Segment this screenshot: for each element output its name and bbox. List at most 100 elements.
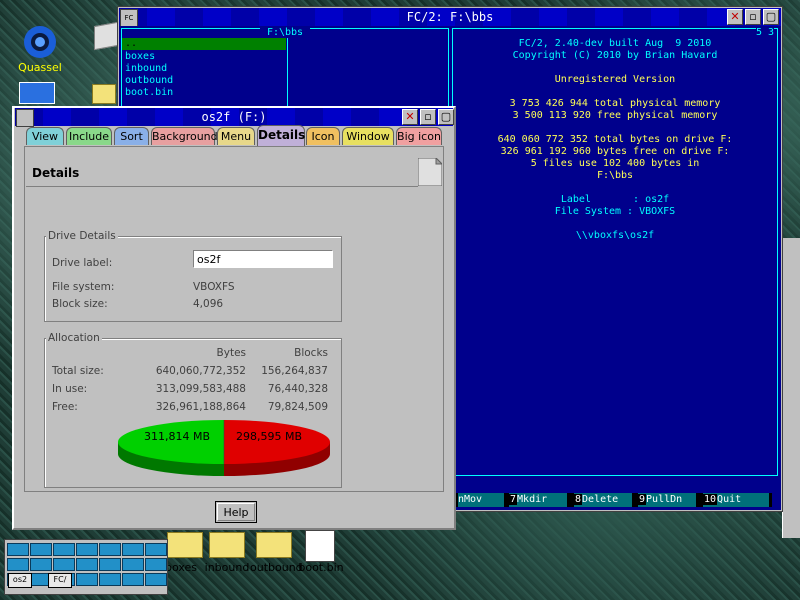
fc-file-item[interactable]: outbound <box>125 75 173 87</box>
props-title: os2f (F:) <box>201 110 267 124</box>
fc-info-line: \\vboxfs\os2f <box>575 230 655 241</box>
drive-label-field[interactable]: os2f <box>193 250 333 268</box>
task-grid-cell[interactable] <box>122 558 144 571</box>
tab-sort[interactable]: Sort <box>114 127 149 145</box>
fc-file-list[interactable]: .. boxes inbound outbound boot.bin <box>122 38 287 102</box>
block-size-value: 4,096 <box>193 298 224 310</box>
page-header-bar <box>26 156 418 187</box>
allocation-title: Allocation <box>46 332 102 344</box>
free-blocks: 79,824,509 <box>267 401 328 413</box>
task-grid-cell[interactable] <box>76 543 98 556</box>
tab-menu[interactable]: Menu <box>217 127 255 145</box>
fc-info-line: Unregistered Version <box>554 74 676 85</box>
props-minimize-button[interactable]: ▫ <box>420 109 436 125</box>
fc-minimize-button[interactable]: ▫ <box>745 9 761 25</box>
inbound-folder-icon[interactable] <box>209 532 245 558</box>
fc-info-line: F:\bbs <box>596 170 634 181</box>
tab-include[interactable]: Include <box>66 127 112 145</box>
task-item-fc[interactable]: FC/ <box>48 573 72 588</box>
page-corner-icon[interactable] <box>417 156 444 187</box>
props-system-icon[interactable] <box>16 109 34 127</box>
allocation-pie-chart: 311,814 MB 298,595 MB <box>116 418 332 482</box>
fc-maximize-button[interactable]: ▢ <box>763 9 779 25</box>
free-caption: Free: <box>52 401 78 413</box>
outbound-label[interactable]: outbound <box>250 561 303 574</box>
fc-file-selected[interactable] <box>122 38 286 50</box>
boxes-folder-icon[interactable] <box>167 532 203 558</box>
fc-title: FC/2: F:\bbs <box>406 10 494 24</box>
fc-info-line: 5 files use 102 400 bytes in <box>530 158 700 169</box>
fc-system-menu-icon[interactable]: FC <box>120 9 138 27</box>
inbound-label[interactable]: inbound <box>204 561 250 574</box>
fc-right-panel <box>452 28 778 476</box>
task-grid-cell[interactable] <box>30 543 52 556</box>
boxes-label[interactable]: boxes <box>164 561 198 574</box>
file-system-caption: File system: <box>52 281 115 293</box>
fc-file-item[interactable]: .. <box>125 38 137 50</box>
tab-icon[interactable]: Icon <box>306 127 340 145</box>
task-grid-cell[interactable] <box>76 573 98 586</box>
fc-info-line: 3 753 426 944 total physical memory <box>509 98 721 109</box>
fc-file-item[interactable]: boot.bin <box>125 87 173 99</box>
fc-info-line: Label : os2f <box>560 194 670 205</box>
drive-label-value: os2f <box>197 253 221 266</box>
task-grid-cell[interactable] <box>145 543 167 556</box>
drive-icon[interactable] <box>94 21 118 51</box>
task-grid-cell[interactable] <box>76 558 98 571</box>
props-titlebar[interactable]: os2f (F:) <box>15 108 453 126</box>
tab-view[interactable]: View <box>26 127 64 145</box>
quassel-icon[interactable] <box>22 24 58 60</box>
fkey-quit[interactable]: 10Quit <box>703 493 769 507</box>
task-grid-cell[interactable] <box>122 543 144 556</box>
fc-titlebar[interactable]: FC/2: F:\bbs <box>119 8 781 26</box>
tab-big-icon[interactable]: Big icon <box>396 127 442 145</box>
fc-info-line: FC/2, 2.40-dev built Aug 9 2010 <box>518 38 712 49</box>
fc-file-item[interactable]: boxes <box>125 51 155 63</box>
task-item-os2[interactable]: os2 <box>8 573 32 588</box>
fc-file-item[interactable]: inbound <box>125 63 167 75</box>
task-grid-cell[interactable] <box>99 573 121 586</box>
task-grid-cell[interactable] <box>122 573 144 586</box>
fkey-move[interactable]: nMov <box>458 493 504 507</box>
calendar-icon[interactable] <box>19 82 55 104</box>
fkey-delete[interactable]: 8Delete <box>574 493 632 507</box>
fc-info-line: Copyright (C) 2010 by Brian Havard <box>512 50 718 61</box>
fc-left-panel-divider <box>287 36 288 106</box>
task-item-fc-label: FC/ <box>53 575 67 584</box>
right-edge-panel <box>782 238 800 538</box>
fkey-mkdir[interactable]: 7Mkdir <box>509 493 567 507</box>
fkey-pulldown[interactable]: 9PullDn <box>638 493 696 507</box>
in-use-caption: In use: <box>52 383 88 395</box>
task-grid-cell[interactable] <box>145 558 167 571</box>
task-item-os2-label: os2 <box>12 575 28 584</box>
fc-info-line: 640 060 772 352 total bytes on drive F: <box>497 134 733 145</box>
boot-bin-file-icon[interactable] <box>305 530 335 562</box>
help-button[interactable]: Help <box>215 501 257 523</box>
tab-window[interactable]: Window <box>342 127 394 145</box>
outbound-folder-icon[interactable] <box>256 532 292 558</box>
props-maximize-button[interactable]: ▢ <box>438 109 454 125</box>
quassel-logo-icon <box>24 26 56 58</box>
blocks-column-header: Blocks <box>294 347 328 359</box>
task-grid-cell[interactable] <box>53 543 75 556</box>
props-close-button[interactable]: ✕ <box>402 109 418 125</box>
fc-close-button[interactable]: ✕ <box>727 9 743 25</box>
task-grid-cell[interactable] <box>99 543 121 556</box>
fc-info-line: 326 961 192 960 bytes free on drive F: <box>500 146 730 157</box>
tab-background[interactable]: Background <box>151 127 218 145</box>
fc-info-line: 3 500 113 920 free physical memory <box>512 110 718 121</box>
task-grid-cell[interactable] <box>145 573 167 586</box>
total-size-caption: Total size: <box>52 365 104 377</box>
task-grid-cell[interactable] <box>53 558 75 571</box>
task-grid-cell[interactable] <box>99 558 121 571</box>
drive-details-title: Drive Details <box>46 230 118 242</box>
task-grid-cell[interactable] <box>30 558 52 571</box>
in-use-blocks: 76,440,328 <box>267 383 328 395</box>
boot-bin-label[interactable]: boot.bin <box>298 561 344 574</box>
help-label: Help <box>217 503 255 521</box>
task-grid-cell[interactable] <box>7 558 29 571</box>
task-grid-cell[interactable] <box>7 543 29 556</box>
tab-details[interactable]: Details <box>257 125 305 147</box>
folder-shortcut-icon[interactable] <box>92 84 116 104</box>
block-size-caption: Block size: <box>52 298 108 310</box>
